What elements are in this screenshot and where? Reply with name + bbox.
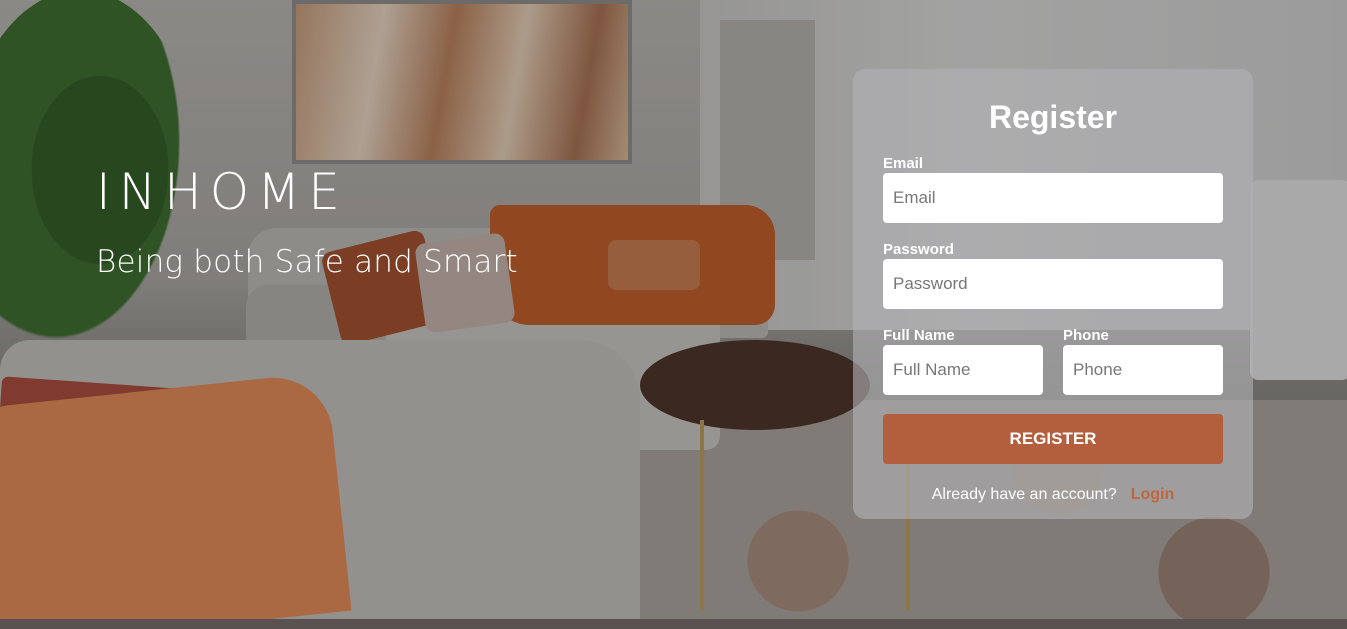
full-name-label: Full Name — [883, 327, 955, 344]
login-link[interactable]: Login — [1131, 486, 1175, 503]
phone-field[interactable] — [1063, 345, 1223, 395]
password-label: Password — [883, 241, 954, 258]
email-label: Email — [883, 155, 924, 172]
register-button[interactable]: REGISTER — [883, 414, 1223, 464]
account-prompt-text: Already have an account? — [931, 486, 1117, 503]
password-field[interactable] — [883, 259, 1223, 309]
logo: INHOME — [96, 163, 348, 221]
tagline: Being both Safe and Smart — [96, 244, 518, 280]
login-prompt: Already have an account? Login — [853, 486, 1253, 504]
bottom-strip — [0, 619, 1347, 629]
register-title: Register — [988, 99, 1118, 135]
email-field[interactable] — [883, 173, 1223, 223]
register-card: Register Email Password Full Name Phone … — [853, 69, 1253, 519]
brand: INHOME Being both Safe and Smart — [96, 166, 518, 280]
full-name-field[interactable] — [883, 345, 1043, 395]
phone-label: Phone — [1063, 327, 1109, 344]
